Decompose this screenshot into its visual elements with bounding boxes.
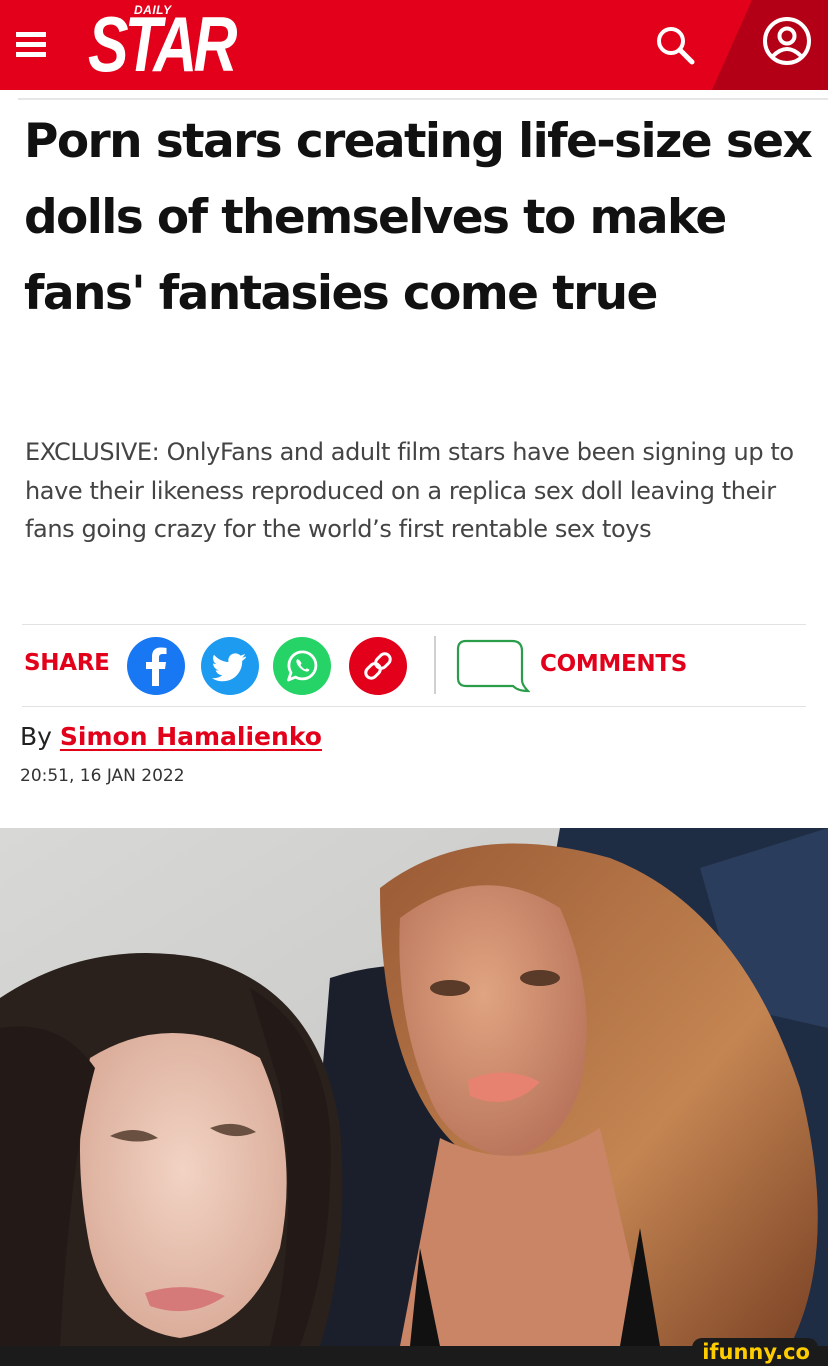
- facebook-icon: [127, 637, 185, 695]
- hamburger-menu-icon[interactable]: [14, 24, 48, 64]
- search-icon[interactable]: [652, 22, 698, 68]
- logo-star-text: STAR: [88, 0, 237, 88]
- share-link-button[interactable]: [348, 636, 408, 696]
- share-twitter-button[interactable]: [200, 636, 260, 696]
- author-link[interactable]: Simon Hamalienko: [60, 722, 322, 751]
- link-icon: [349, 637, 407, 695]
- twitter-icon: [201, 637, 259, 695]
- comment-bubble-icon: [456, 639, 530, 693]
- daily-star-logo[interactable]: DAILY STAR: [88, 0, 237, 88]
- comments-label: COMMENTS: [540, 651, 688, 677]
- publish-timestamp: 20:51, 16 JAN 2022: [20, 766, 185, 786]
- whatsapp-icon: [273, 637, 331, 695]
- byline-prefix: By: [20, 722, 52, 751]
- share-facebook-button[interactable]: [126, 636, 186, 696]
- comments-link[interactable]: COMMENTS: [456, 636, 716, 696]
- byline: By Simon Hamalienko: [20, 722, 322, 751]
- share-bar-bottom-rule: [22, 706, 806, 707]
- share-bar-top-rule: [22, 624, 806, 625]
- share-whatsapp-button[interactable]: [272, 636, 332, 696]
- article-photo[interactable]: [0, 828, 828, 1346]
- article-standfirst: EXCLUSIVE: OnlyFans and adult film stars…: [25, 438, 794, 543]
- share-divider: [434, 636, 436, 694]
- site-header: DAILY STAR: [0, 0, 828, 90]
- share-label: SHARE: [24, 650, 110, 676]
- article-headline: Porn stars creating life-size sex dolls …: [24, 114, 813, 321]
- ifunny-watermark: ifunny.co: [692, 1338, 818, 1364]
- header-divider: [18, 98, 828, 100]
- account-icon[interactable]: [760, 14, 814, 68]
- photo-illustration: [0, 828, 828, 1346]
